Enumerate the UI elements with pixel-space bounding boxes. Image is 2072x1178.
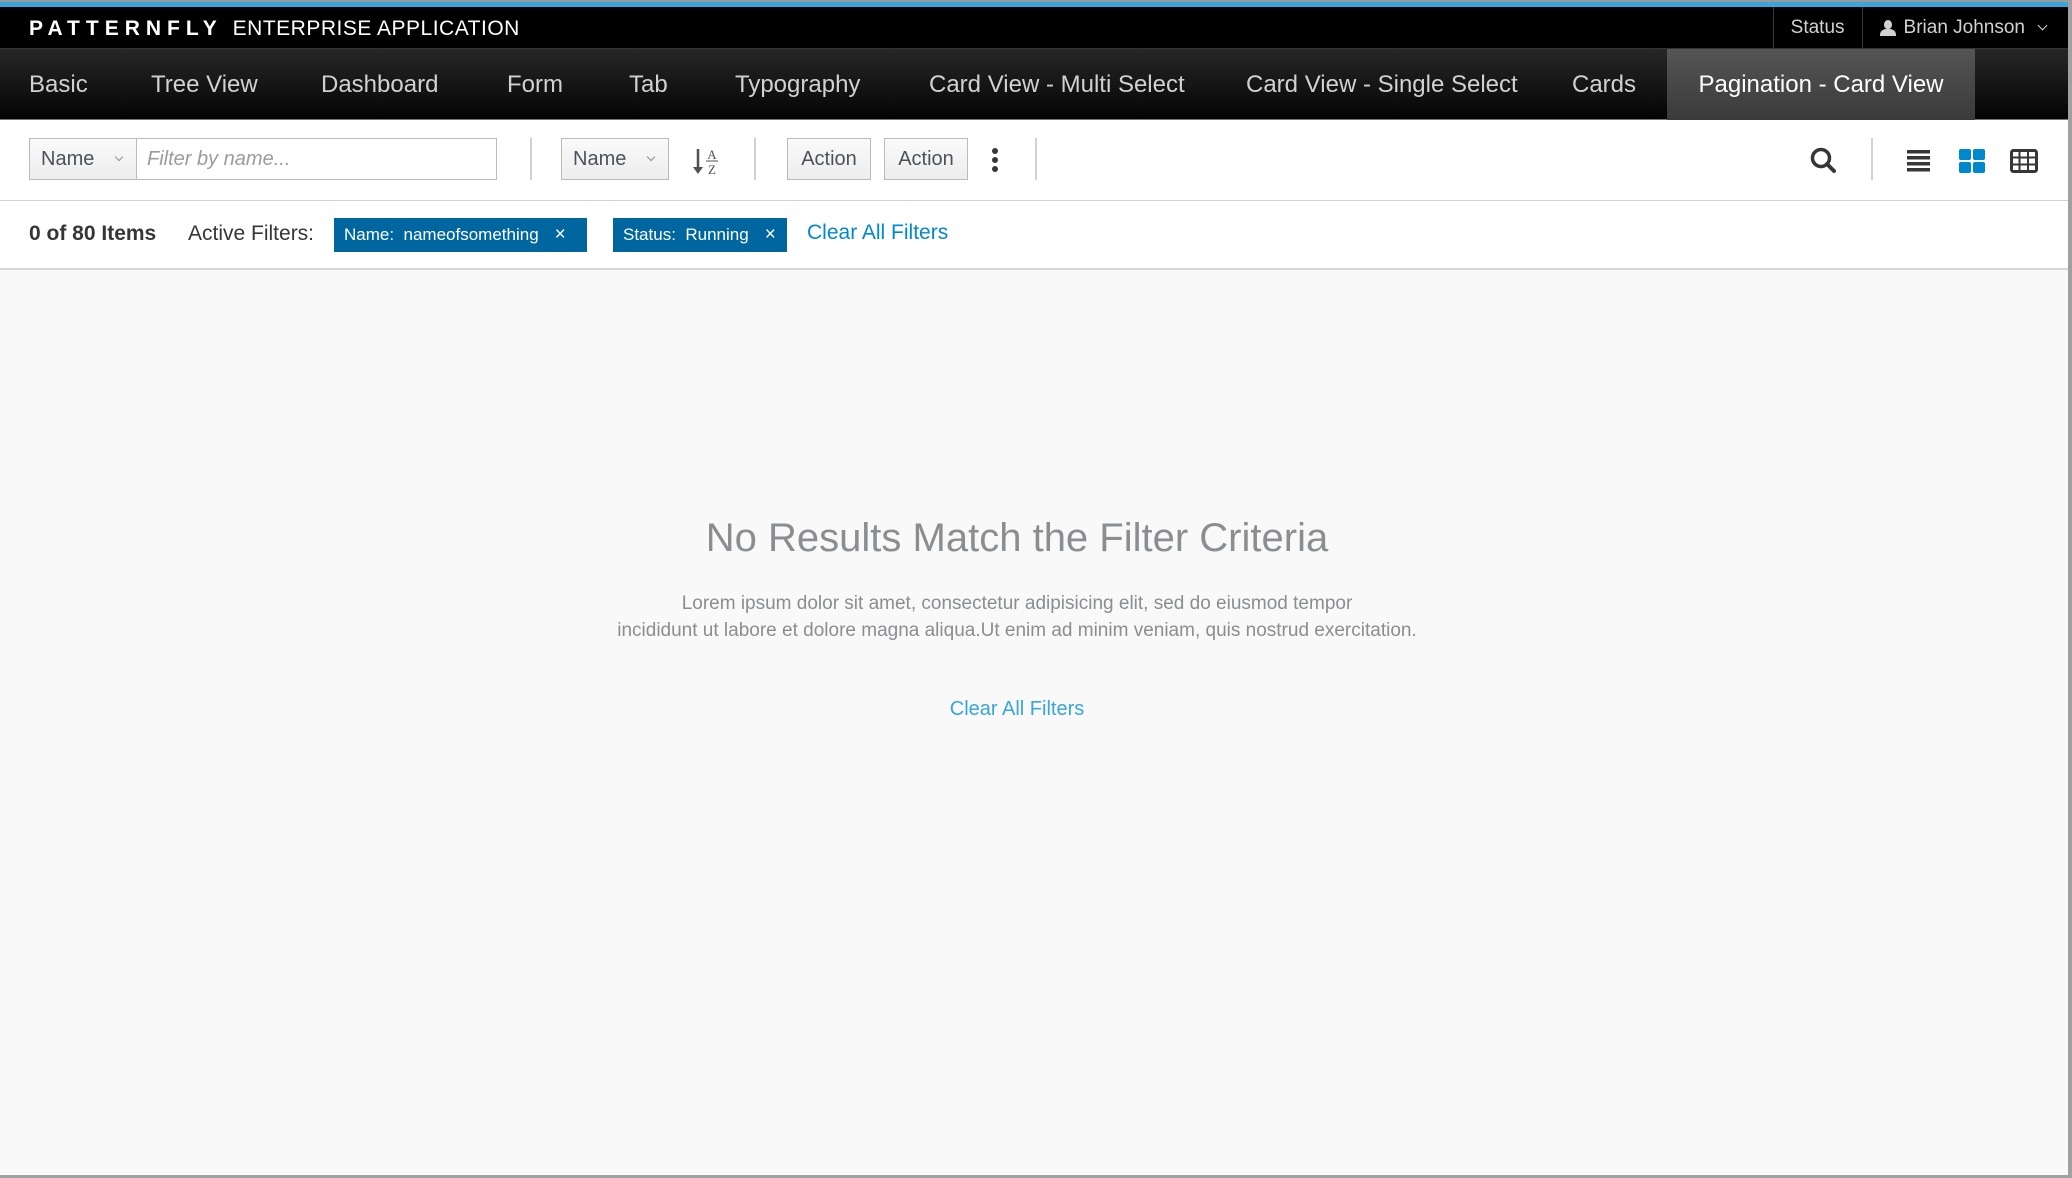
nav-item-label: Tree View: [151, 70, 258, 98]
status-label: Status: [1790, 16, 1845, 38]
nav-item-label: Form: [507, 70, 563, 98]
nav-item-label: Card View - Single Select: [1246, 70, 1518, 98]
primary-nav: Basic Tree View Dashboard Form Tab Typog…: [0, 48, 2068, 120]
brand-app-name: ENTERPRISE APPLICATION: [232, 17, 520, 40]
clear-all-filters-action[interactable]: Clear All Filters: [950, 698, 1084, 720]
chevron-down-icon: [2037, 20, 2048, 30]
filter-field-select[interactable]: Name: [29, 138, 137, 180]
action-button-2[interactable]: Action: [884, 138, 968, 180]
nav-item-pagination-card-view[interactable]: Pagination - Card View: [1667, 49, 1975, 120]
nav-item-label: Dashboard: [321, 70, 439, 98]
nav-item-card-view-multi-select[interactable]: Card View - Multi Select: [929, 49, 1185, 120]
brand[interactable]: PATTERNFLY ENTERPRISE APPLICATION: [29, 17, 520, 41]
toolbar-divider: [530, 138, 532, 180]
empty-state-body-line: incididunt ut labore et dolore magna ali…: [617, 620, 1417, 641]
nav-item-label: Pagination - Card View: [1698, 70, 1944, 98]
filter-chip-name: Name: nameofsomething ×: [334, 218, 587, 252]
filter-input[interactable]: [136, 138, 497, 180]
user-name: Brian Johnson: [1903, 16, 2025, 38]
nav-item-form[interactable]: Form: [507, 49, 563, 120]
user-icon: [1879, 19, 1896, 36]
nav-item-label: Basic: [29, 70, 88, 98]
sort-field-select[interactable]: Name: [561, 138, 669, 180]
toolbar-divider: [1035, 138, 1037, 180]
nav-item-label: Cards: [1572, 70, 1637, 98]
nav-item-typography[interactable]: Typography: [735, 49, 860, 120]
chevron-down-icon: [114, 152, 124, 161]
clear-all-filters-link[interactable]: Clear All Filters: [807, 221, 948, 245]
nav-item-card-view-single-select[interactable]: Card View - Single Select: [1246, 49, 1518, 120]
empty-state-body: Lorem ipsum dolor sit amet, consectetur …: [0, 590, 2034, 644]
svg-text:Z: Z: [708, 162, 716, 176]
svg-text:A: A: [707, 147, 717, 162]
empty-state-clear-filters-link: Clear All Filters: [0, 698, 2034, 721]
nav-item-label: Typography: [735, 70, 861, 98]
nav-item-basic[interactable]: Basic: [29, 49, 88, 120]
status-link[interactable]: Status: [1772, 7, 1862, 48]
empty-state-title: No Results Match the Filter Criteria: [705, 516, 1329, 560]
sort-alpha-asc-icon[interactable]: A Z: [692, 146, 722, 176]
results-count: 0 of 80 Items: [29, 222, 157, 245]
nav-item-tree-view[interactable]: Tree View: [151, 49, 258, 120]
card-view-icon[interactable]: [1956, 145, 1988, 177]
filter-results-bar: 0 of 80 Items Active Filters: Name: name…: [0, 201, 2068, 270]
brand-logo: PATTERNFLY: [29, 17, 223, 40]
filter-chip-label: Name: nameofsomething: [344, 225, 539, 244]
masthead: PATTERNFLY ENTERPRISE APPLICATION Status…: [0, 7, 2068, 48]
active-filters-label: Active Filters:: [188, 222, 315, 245]
nav-item-label: Card View - Multi Select: [929, 70, 1185, 98]
close-icon[interactable]: ×: [555, 224, 566, 246]
filter-chip-status: Status: Running ×: [613, 218, 787, 252]
chevron-down-icon: [646, 152, 656, 161]
filter-field-label: Name: [41, 147, 95, 170]
nav-item-cards[interactable]: Cards: [1572, 49, 1636, 120]
app-window: PATTERNFLY ENTERPRISE APPLICATION Status…: [0, 0, 2068, 1175]
kebab-icon[interactable]: [988, 145, 1002, 175]
filter-chip-label: Status: Running: [623, 225, 749, 244]
action-button-1[interactable]: Action: [787, 138, 871, 180]
list-view-icon[interactable]: [1903, 145, 1935, 177]
nav-item-dashboard[interactable]: Dashboard: [321, 49, 438, 120]
toolbar: Name Name A Z Action Action: [0, 120, 2068, 201]
sort-field-label: Name: [573, 147, 627, 170]
close-icon[interactable]: ×: [765, 224, 776, 246]
user-dropdown[interactable]: Brian Johnson: [1861, 7, 2068, 48]
nav-item-label: Tab: [629, 70, 668, 98]
utility-menu: Status Brian Johnson: [1772, 7, 2068, 48]
table-view-icon[interactable]: [2008, 145, 2040, 177]
empty-state-body-line: Lorem ipsum dolor sit amet, consectetur …: [681, 593, 1353, 614]
nav-item-tab[interactable]: Tab: [629, 49, 668, 120]
toolbar-divider: [1871, 138, 1873, 180]
toolbar-divider: [754, 138, 756, 180]
search-icon[interactable]: [1808, 145, 1840, 177]
action-button-label: Action: [898, 147, 954, 170]
action-button-label: Action: [801, 147, 857, 170]
